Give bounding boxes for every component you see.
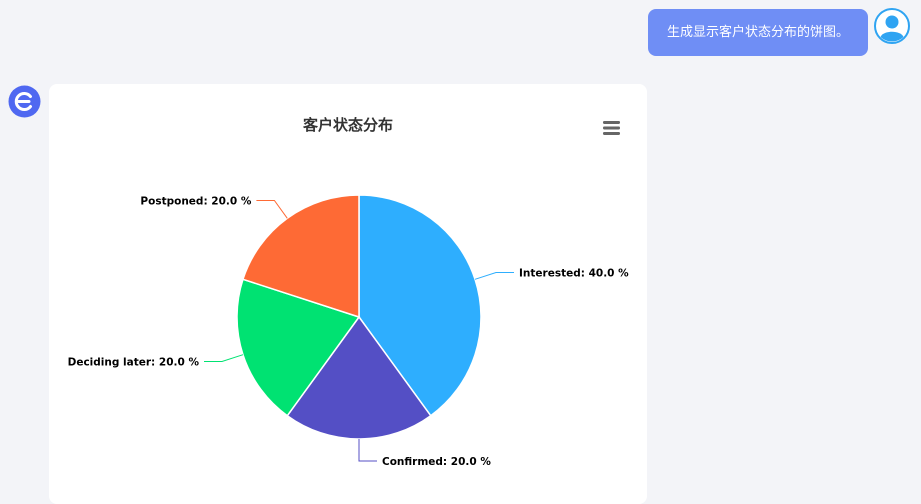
label-connector	[474, 272, 514, 280]
label-connector	[256, 200, 288, 219]
slice-label: Confirmed: 20.0 %	[382, 456, 491, 468]
hamburger-menu-icon	[603, 121, 620, 135]
slice-label: Postponed: 20.0 %	[140, 196, 251, 208]
user-avatar-icon	[874, 8, 910, 44]
label-connector	[358, 439, 377, 462]
pie-slices	[236, 194, 482, 440]
slice-label: Deciding later: 20.0 %	[68, 357, 200, 369]
chart-menu-button[interactable]	[602, 119, 622, 137]
pie-chart: 客户状态分布 Interested: 40.0 % Confirmed: 20.0…	[68, 116, 630, 468]
label-connector	[204, 354, 244, 362]
user-message-bubble: 生成显示客户状态分布的饼图。	[648, 9, 868, 56]
user-message-text: 生成显示客户状态分布的饼图。	[666, 25, 849, 40]
slice-label: Interested: 40.0 %	[519, 268, 629, 280]
bot-logo-icon	[8, 85, 41, 118]
chart-card: 客户状态分布 Interested: 40.0 % Confirmed: 20.0…	[49, 84, 647, 504]
chart-title: 客户状态分布	[302, 116, 393, 134]
